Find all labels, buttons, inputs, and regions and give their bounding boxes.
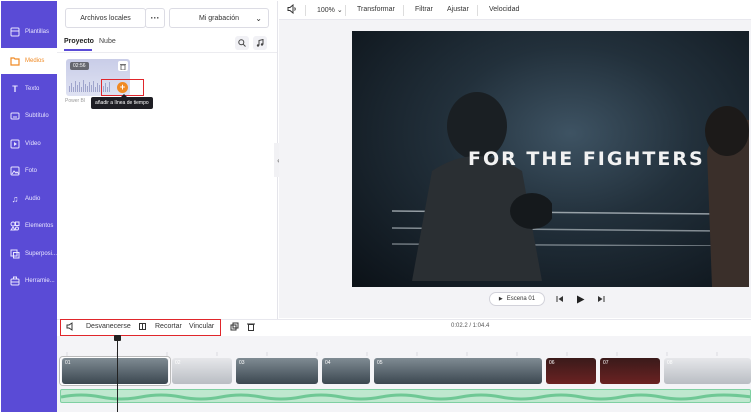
video-icon bbox=[7, 139, 23, 149]
transform-button[interactable]: Transformar bbox=[357, 6, 395, 13]
clip-number: 05 bbox=[377, 360, 383, 366]
skip-back-icon[interactable] bbox=[555, 294, 565, 304]
sidebar-item-video[interactable]: Vídeo bbox=[1, 131, 57, 157]
timeline-clip[interactable]: 04 bbox=[322, 358, 370, 384]
play-icon: ▶ bbox=[498, 296, 503, 302]
timeline-clip[interactable]: 06 bbox=[546, 358, 596, 384]
chevron-down-icon: ⌄ bbox=[255, 14, 262, 23]
trash-icon[interactable] bbox=[118, 61, 128, 71]
clip-number: 02 bbox=[175, 360, 181, 366]
sidebar: Plantillas Medios T Texto Subtítulo Víde… bbox=[1, 1, 57, 412]
sidebar-item-subtitle[interactable]: Subtítulo bbox=[1, 103, 57, 129]
video-title-text[interactable]: FOR THE FIGHTERS bbox=[468, 148, 705, 170]
divider bbox=[345, 5, 346, 16]
selected-clip-outline bbox=[60, 357, 170, 385]
sidebar-item-text[interactable]: T Texto bbox=[1, 76, 57, 102]
chevron-down-icon: ⌄ bbox=[336, 7, 343, 14]
audio-waveform bbox=[61, 393, 750, 401]
sidebar-item-label: Plantillas bbox=[25, 29, 50, 35]
photo-icon bbox=[7, 166, 23, 176]
trash-icon[interactable] bbox=[247, 322, 255, 333]
sidebar-item-tools[interactable]: Herramie... bbox=[1, 268, 57, 294]
search-icon[interactable] bbox=[235, 36, 249, 50]
subtitle-icon bbox=[7, 111, 23, 121]
sidebar-item-label: Elementos bbox=[25, 223, 54, 229]
my-recording-label: Mi grabación bbox=[198, 14, 240, 22]
elements-icon bbox=[7, 221, 23, 231]
sidebar-item-label: Herramie... bbox=[25, 278, 55, 284]
timeline-ruler bbox=[66, 352, 718, 356]
sidebar-item-templates[interactable]: Plantillas bbox=[1, 19, 57, 45]
sidebar-item-photo[interactable]: Foto bbox=[1, 158, 57, 184]
sidebar-item-media[interactable]: Medios bbox=[1, 48, 57, 74]
add-to-timeline-tooltip: añadir a línea de tiempo bbox=[91, 94, 153, 109]
scene-label: Escena 01 bbox=[506, 296, 536, 302]
timecode: 0:02.2 / 1:04.4 bbox=[451, 323, 490, 329]
duplicate-icon[interactable] bbox=[230, 322, 239, 333]
template-icon bbox=[7, 27, 23, 37]
divider bbox=[57, 52, 277, 53]
boxer-left-silhouette bbox=[412, 92, 552, 281]
local-files-button[interactable]: Archivos locales bbox=[65, 8, 146, 28]
media-label: Power Bl bbox=[65, 98, 86, 104]
divider bbox=[305, 5, 306, 16]
sidebar-item-label: Vídeo bbox=[25, 141, 41, 147]
sidebar-item-elements[interactable]: Elementos bbox=[1, 213, 57, 239]
tab-cloud[interactable]: Nube bbox=[99, 38, 116, 45]
clip-number: 07 bbox=[603, 360, 609, 366]
tab-project[interactable]: Proyecto bbox=[64, 38, 94, 45]
sidebar-item-audio[interactable]: ♫ Audio bbox=[1, 186, 57, 212]
audio-track[interactable] bbox=[60, 389, 751, 403]
zoom-value: 100% bbox=[317, 7, 335, 14]
folder-icon bbox=[7, 56, 23, 66]
timeline-clip[interactable]: 07 bbox=[600, 358, 660, 384]
music-note-icon[interactable] bbox=[253, 36, 267, 50]
duration-badge: 02:56 bbox=[70, 62, 89, 70]
clip-number: 04 bbox=[325, 360, 331, 366]
skip-forward-icon[interactable] bbox=[596, 294, 606, 304]
playhead[interactable] bbox=[117, 337, 118, 412]
sidebar-item-label: Texto bbox=[25, 86, 40, 92]
music-icon: ♫ bbox=[11, 194, 19, 204]
timeline-clip[interactable]: 05 bbox=[374, 358, 542, 384]
boxer-right-silhouette bbox=[705, 106, 749, 287]
sidebar-item-label: Audio bbox=[25, 196, 41, 202]
overlay-icon bbox=[7, 249, 23, 259]
link-button[interactable]: Vincular bbox=[189, 323, 214, 330]
fade-button[interactable]: Desvanecerse bbox=[86, 323, 131, 330]
more-options-button[interactable]: ··· bbox=[145, 8, 165, 28]
clip-number: 03 bbox=[239, 360, 245, 366]
sidebar-item-label: Foto bbox=[25, 168, 38, 174]
top-toolbar: 100% ⌄ Transformar Filtrar Ajustar Veloc… bbox=[279, 1, 751, 20]
clip-number: 06 bbox=[549, 360, 555, 366]
toolbox-icon bbox=[7, 276, 23, 286]
tab-underline bbox=[64, 49, 92, 51]
crop-icon[interactable] bbox=[138, 322, 147, 333]
zoom-dropdown[interactable]: 100% ⌄ bbox=[317, 6, 343, 14]
sidebar-item-label: Subtítulo bbox=[25, 113, 49, 119]
timeline-clip[interactable]: 03 bbox=[236, 358, 318, 384]
speed-button[interactable]: Velocidad bbox=[489, 6, 519, 13]
volume-icon[interactable] bbox=[287, 3, 297, 16]
sidebar-item-label: Medios bbox=[25, 58, 45, 64]
media-panel: Archivos locales ··· Mi grabación ⌄ Proy… bbox=[57, 1, 278, 319]
divider bbox=[403, 5, 404, 16]
my-recording-dropdown[interactable]: Mi grabación ⌄ bbox=[169, 8, 269, 28]
divider bbox=[477, 5, 478, 16]
text-icon: T bbox=[12, 84, 18, 94]
adjust-button[interactable]: Ajustar bbox=[447, 6, 469, 13]
crop-button[interactable]: Recortar bbox=[155, 323, 182, 330]
add-to-timeline-button[interactable]: + bbox=[117, 82, 128, 93]
timeline-clip[interactable]: 02 bbox=[172, 358, 232, 384]
play-button[interactable] bbox=[575, 294, 585, 304]
clip-number: 08 bbox=[667, 360, 673, 366]
scene-selector[interactable]: ▶ Escena 01 bbox=[489, 292, 545, 306]
filter-button[interactable]: Filtrar bbox=[415, 6, 433, 13]
timeline-clip[interactable]: 08 bbox=[664, 358, 751, 384]
sidebar-item-label: Superposi... bbox=[24, 251, 57, 257]
volume-icon[interactable] bbox=[66, 322, 75, 333]
sidebar-item-overlay[interactable]: Superposi... bbox=[1, 241, 57, 267]
